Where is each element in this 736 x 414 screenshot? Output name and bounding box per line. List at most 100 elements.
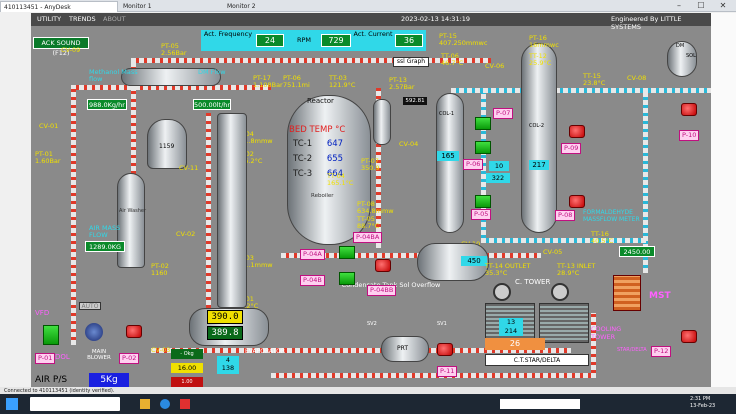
pipe [206,113,211,313]
pump-p09[interactable] [569,125,585,138]
system-clock: 2:31 PM 13-Feb-23 [690,396,716,409]
pump-p01-label[interactable]: P-01 [35,353,56,364]
cooling-tower-label: COOLING TOWER [591,325,622,341]
tt12-label: TT-12 25.9°C [529,52,552,67]
sol-label: SOL [686,53,696,59]
pt17-label: PT-17 1.108Bar [253,74,283,89]
pump-p10-label[interactable]: P-10 [679,130,700,141]
col2-value: 217 [529,160,549,170]
pt16-label: PT-16 16mmwc [529,34,559,49]
pump-p04a-label[interactable]: P-04A [300,249,325,260]
bed-temp-label: BED TEMP °C [289,125,346,135]
tt03-label: TT-03 121.9°C [329,74,356,89]
dm-flow-value: 500.00lt/hr [193,99,231,110]
pump-p01[interactable] [43,325,59,345]
pump-p04ba-label[interactable]: P-04BA [353,232,383,243]
pump-p06-label[interactable]: P-06 [463,159,484,170]
pump-p05[interactable] [475,195,491,208]
tab-monitor-1[interactable]: Monitor 1 [120,1,220,12]
menu-trends[interactable]: TRENDS [69,15,96,23]
air-washer-label: Air Washer [119,208,147,214]
pump-p07[interactable] [475,117,491,130]
auto-button[interactable]: AUTO [79,302,101,310]
ssl-tank [373,99,391,145]
status-box-red: 1.00 [171,377,203,387]
mst-label: MST [649,291,671,301]
cv03-label: CV-03 [151,346,171,354]
prt-label: PRT [397,345,409,352]
pump-p11[interactable] [437,343,453,356]
pump-p06[interactable] [475,141,491,154]
col2-label: COL-2 [529,123,545,129]
pump-p05-label[interactable]: P-05 [471,209,492,220]
sv2-label: SV2 [367,321,377,327]
pipe [591,313,596,378]
pump-p02-label[interactable]: P-02 [119,353,140,364]
pump-p08-label[interactable]: P-08 [555,210,576,221]
maximize-icon[interactable]: ☐ [690,0,712,12]
cv01-label: CV-01 [39,122,59,130]
methanol-flow-value: 988.0Kg/hr [87,99,127,110]
dm-label: DM [676,43,685,49]
pump-p07-label[interactable]: P-07 [493,108,514,119]
ssl-value: 592.81 [403,97,427,105]
evaporator-column [217,113,247,308]
pump-p12[interactable] [681,330,697,343]
pump-p04bb[interactable] [375,259,391,272]
cv09-label: CV-09 [61,46,81,54]
address-field[interactable] [500,399,580,409]
pt13-label: PT-13 2.57Bar [389,76,415,91]
pump-p04b-label[interactable]: P-04B [300,275,325,286]
current-value: 36 [395,34,423,47]
ct-star-delta-button[interactable]: C.T.STAR/DELTA [485,354,589,366]
fan-icon [551,283,569,301]
pump-p04b[interactable] [339,272,355,285]
scada-screen: UTILITY TRENDS ABOUT 2023-02-13 14:31:19… [31,13,711,394]
tc2-row: TC-2 655 [293,154,344,164]
taskbar-search[interactable] [30,397,120,411]
menu-about[interactable]: ABOUT [103,15,126,23]
cooling-tower-2 [539,303,589,343]
evaporator-actual-value: 389.8 [207,326,243,340]
pump-p02[interactable] [126,325,142,338]
pipe [481,238,646,243]
tc1-row: TC-1 647 [293,139,344,149]
pipe [451,88,711,93]
pump-p04bb-label[interactable]: P-04BB [367,285,397,296]
menu-utility[interactable]: UTILITY [37,15,61,23]
tt06-label: TT-06 46.7°C [441,52,464,67]
pt15-label: PT-15 407.250mmwc [439,32,488,47]
pump-p12-label[interactable]: P-12 [651,346,672,357]
browser-icon[interactable] [160,399,170,409]
pump-p08[interactable] [569,195,585,208]
vfd-label: VFD [35,309,50,317]
folder-icon[interactable] [140,399,150,409]
condensate-value: 450 [461,256,487,266]
datetime: 2023-02-13 14:31:19 [401,15,471,23]
close-icon[interactable]: ✕ [712,0,734,12]
tab-session[interactable]: 410113451 - AnyDesk [0,1,118,12]
tt04-label: TT-04 165.1°C [327,172,354,187]
dm-flow-label: DM Flow [198,68,226,76]
dol-label: DOL [55,353,70,361]
air-mass-label: AIR MASS FLOW [89,224,121,239]
pump-p09-label[interactable]: P-09 [561,143,582,154]
cv02-label: CV-02 [176,230,196,238]
reboiler-label: Reboiler [311,193,334,199]
anydesk-icon[interactable] [180,399,190,409]
tt16-label: TT-16 40.5°C [591,230,614,245]
start-icon[interactable] [6,398,18,410]
windows-taskbar: 2:31 PM 13-Feb-23 [0,394,736,414]
ssl-graph-button[interactable]: ssl Graph [393,57,429,67]
cv11-label: CV-11 [179,164,199,172]
formaldehyde-label: FORMALDEHYDE MASSFLOW METER [583,209,640,223]
pump-p10[interactable] [681,103,697,116]
pump-p04a[interactable] [339,246,355,259]
pump-p11-label[interactable]: P-11 [437,366,458,377]
minimize-icon[interactable]: – [668,0,690,12]
col-mid-value-2: 322 [486,173,510,183]
mst-tank [613,275,641,311]
rpm-label: RPM [297,36,312,44]
tab-monitor-2[interactable]: Monitor 2 [224,1,324,12]
main-blower[interactable] [85,323,103,341]
